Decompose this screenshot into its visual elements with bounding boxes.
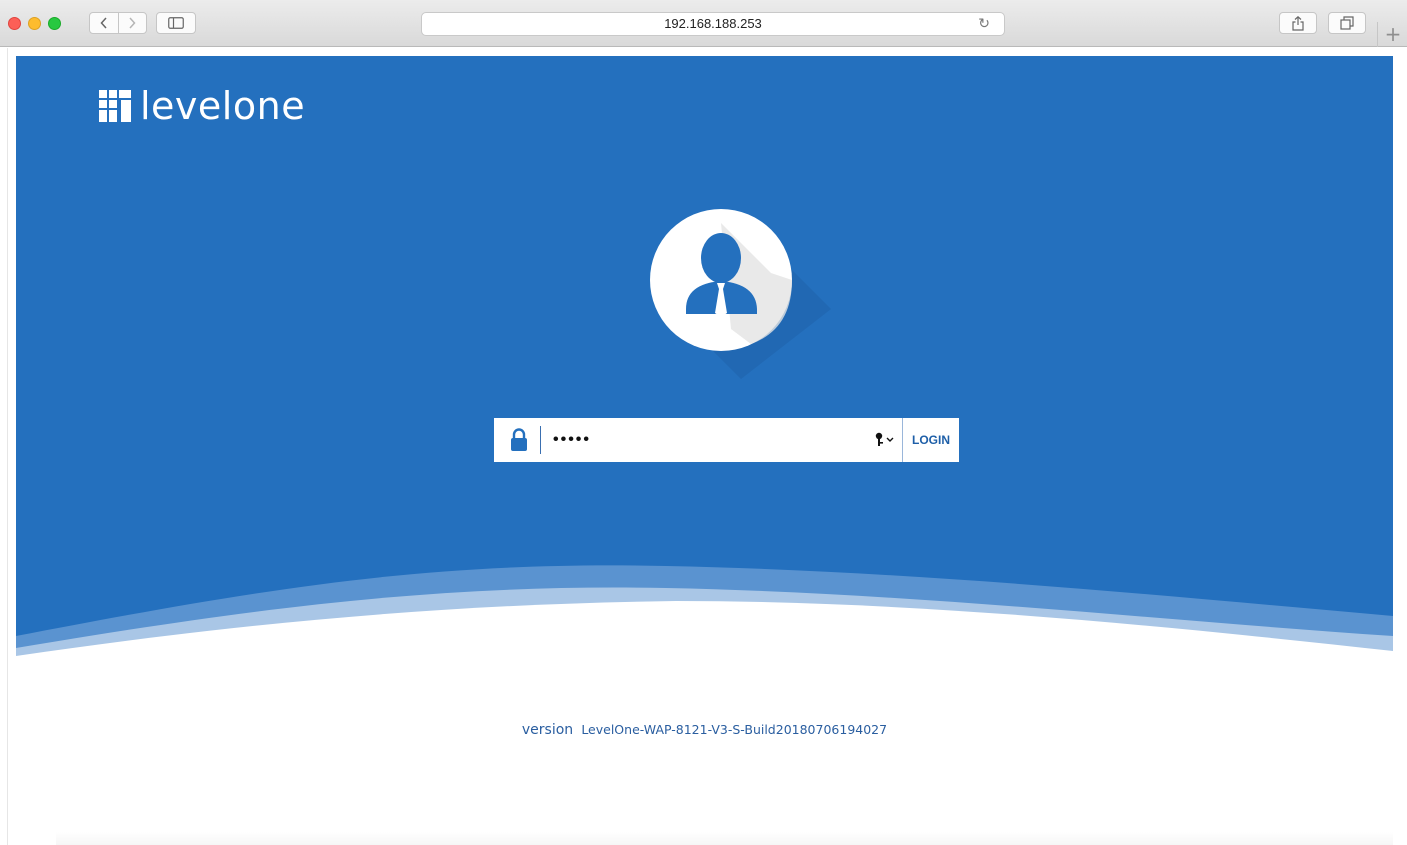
logo-wordmark: levelone — [140, 84, 306, 128]
window-left-edge — [0, 48, 16, 845]
address-bar[interactable]: 192.168.188.253 ↻ — [421, 12, 1005, 36]
back-button[interactable] — [90, 13, 118, 33]
sidebar-icon — [168, 17, 184, 29]
version-label: version — [521, 722, 574, 738]
user-avatar-icon — [650, 209, 831, 379]
chevron-left-icon — [100, 17, 107, 29]
login-page: levelone LOGIN version LevelOne-WAP-8121… — [16, 56, 1393, 845]
login-form: LOGIN — [494, 418, 959, 462]
address-bar-url: 192.168.188.253 — [664, 16, 762, 31]
version-value: LevelOne-WAP-8121-V3-S-Build201807061940… — [581, 722, 888, 737]
new-tab-button[interactable]: + — [1377, 22, 1407, 47]
page-bottom-fade — [56, 832, 1393, 845]
browser-toolbar: 192.168.188.253 ↻ + — [0, 0, 1407, 47]
show-tabs-button[interactable] — [1328, 12, 1366, 34]
password-input[interactable] — [541, 419, 874, 461]
levelone-logo: levelone — [98, 86, 305, 126]
key-dropdown-icon[interactable] — [874, 432, 896, 448]
forward-button[interactable] — [119, 13, 147, 33]
firmware-version: version LevelOne-WAP-8121-V3-S-Build2018… — [16, 722, 1393, 738]
chevron-right-icon — [129, 17, 136, 29]
history-nav-group — [89, 12, 147, 34]
share-icon — [1292, 15, 1304, 31]
sidebar-toggle-button[interactable] — [156, 12, 196, 34]
window-close-button[interactable] — [8, 17, 21, 30]
share-button[interactable] — [1279, 12, 1317, 34]
lock-icon — [511, 428, 527, 451]
reload-icon[interactable]: ↻ — [978, 13, 990, 35]
login-button[interactable]: LOGIN — [903, 418, 959, 462]
window-zoom-button[interactable] — [48, 17, 61, 30]
levelone-logo-icon — [99, 90, 131, 122]
tabs-overview-icon — [1340, 16, 1354, 30]
window-minimize-button[interactable] — [28, 17, 41, 30]
